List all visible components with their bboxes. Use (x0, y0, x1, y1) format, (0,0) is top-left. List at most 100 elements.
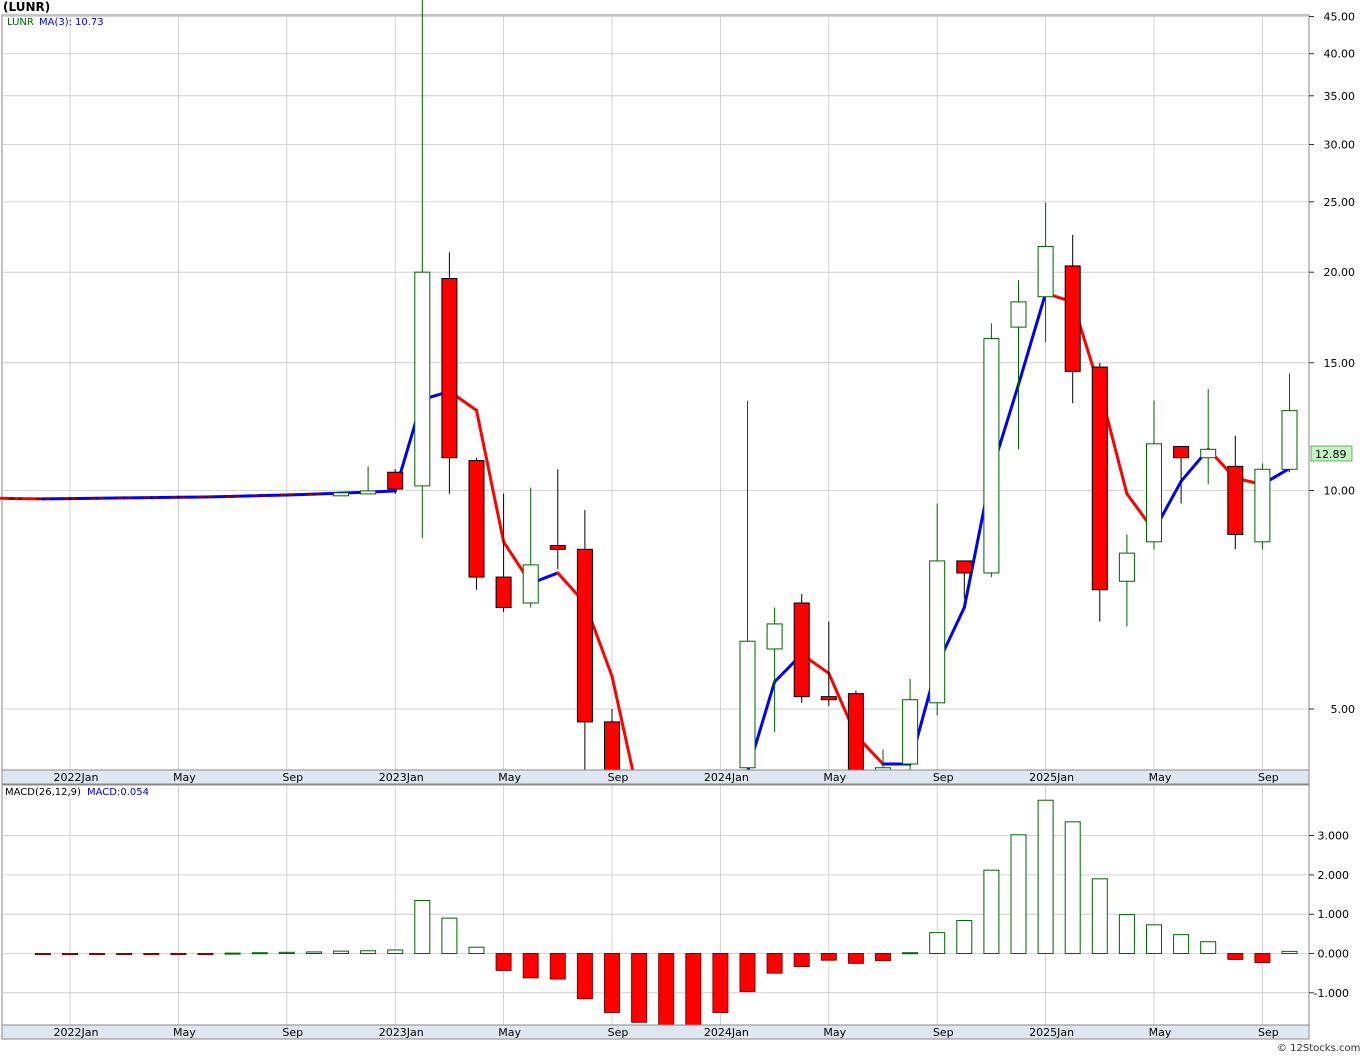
macd-bar (1118, 914, 1135, 955)
macd-bar (847, 953, 864, 964)
macd-y-tick-label: 0.000 (1318, 948, 1350, 961)
candle-body (1254, 468, 1271, 543)
candle-body (1146, 443, 1162, 543)
macd-bar (170, 953, 187, 955)
macd-bar (1200, 941, 1217, 955)
stock-chart: (LUNR) 135.00120.00110.00100.0090.0080.0… (0, 0, 1360, 1056)
price-y-tick-label: 25.00 (1324, 196, 1356, 209)
macd-bar (1064, 821, 1081, 954)
price-x-axis-band (1, 769, 1310, 785)
macd-bar (929, 932, 946, 955)
candle-body (495, 576, 512, 609)
price-y-tick-label: 45.00 (1324, 11, 1356, 24)
candle-body (1200, 448, 1217, 459)
macd-bar (387, 949, 404, 955)
candle (1091, 362, 1108, 622)
macd-bar (305, 951, 322, 954)
macd-x-tick-label: Sep (1258, 1026, 1279, 1039)
price-x-tick-label: Sep (1258, 771, 1279, 784)
macd-bar (1254, 953, 1271, 964)
macd-y-tick-label: 1.000 (1318, 908, 1350, 921)
macd-x-tick-label: 2022Jan (54, 1026, 99, 1039)
macd-x-axis-band (1, 1024, 1310, 1040)
macd-x-tick-label: 2025Jan (1029, 1026, 1074, 1039)
price-x-tick-label: Sep (608, 771, 629, 784)
macd-bar (360, 950, 377, 955)
price-y-tick-label: 30.00 (1324, 138, 1356, 151)
chart-title: (LUNR) (3, 0, 50, 14)
macd-y-tick-label: 3.000 (1318, 830, 1350, 843)
candle-body (387, 471, 404, 490)
candle (468, 457, 485, 590)
macd-bar (414, 899, 431, 955)
candle (793, 594, 810, 703)
macd-bar (1227, 953, 1244, 960)
macd-bar (1281, 950, 1298, 955)
macd-bar (89, 953, 106, 955)
price-panel-frame (1, 14, 1310, 771)
candle-body (1173, 446, 1190, 459)
macd-bar (1091, 878, 1108, 955)
price-x-tick-label: Sep (933, 771, 954, 784)
candle-body (1064, 265, 1081, 372)
macd-bar (495, 953, 512, 971)
macd-bar (739, 953, 756, 993)
macd-bar (116, 953, 133, 955)
macd-bar (631, 953, 648, 1023)
macd-bar (712, 953, 729, 1013)
price-x-tick-label: May (1149, 771, 1172, 784)
candle-body (549, 545, 566, 550)
macd-bar (1146, 924, 1162, 954)
macd-bar (685, 953, 702, 1027)
candle-body (360, 490, 377, 495)
macd-bar (278, 951, 295, 954)
macd-bar (576, 953, 593, 1000)
macd-bar (549, 953, 566, 980)
price-y-tick-label: 20.00 (1324, 266, 1356, 279)
credit-text: © 12Stocks.com (1277, 1043, 1360, 1054)
price-legend-symbol: LUNR (7, 17, 34, 28)
candle-body (983, 338, 1000, 574)
macd-bar (902, 952, 919, 955)
macd-legend-label: MACD(26,12,9) (5, 787, 81, 798)
price-x-tick-label: Sep (282, 771, 303, 784)
macd-bar (1010, 834, 1027, 955)
macd-bar (468, 946, 485, 954)
macd-bar (251, 952, 268, 955)
last-price-label: 12.89 (1315, 448, 1347, 461)
candle (983, 323, 1000, 578)
candle-body (766, 623, 783, 650)
price-y-tick-label: 35.00 (1324, 90, 1356, 103)
macd-bar (983, 869, 1000, 955)
macd-bar (793, 953, 810, 967)
macd-bar (34, 953, 51, 955)
candle-body (1118, 552, 1135, 582)
macd-bar (143, 953, 160, 955)
price-x-tick-label: 2022Jan (54, 771, 99, 784)
macd-legend-value: MACD:0.054 (87, 787, 149, 798)
candle-body (1091, 366, 1108, 591)
macd-bar (1037, 799, 1054, 954)
candle-body (576, 548, 593, 723)
macd-bar (875, 953, 891, 962)
macd-x-tick-label: Sep (933, 1026, 954, 1039)
macd-bar (333, 950, 349, 955)
candle-body (441, 278, 458, 459)
price-x-tick-label: 2025Jan (1029, 771, 1074, 784)
price-legend-ma-value: 10.73 (75, 17, 104, 28)
candle-body (929, 560, 946, 704)
candle-body (468, 460, 485, 578)
macd-y-tick-label: -1.000 (1314, 987, 1349, 1000)
macd-bar (820, 953, 837, 961)
macd-x-tick-label: 2023Jan (379, 1026, 424, 1039)
macd-x-tick-label: May (823, 1026, 846, 1039)
candle-body (414, 271, 431, 487)
candle (333, 492, 349, 497)
macd-panel-frame (1, 784, 1310, 1026)
macd-bar (658, 953, 675, 1031)
price-legend-ma-label: MA(3): (39, 17, 72, 28)
macd-bar (62, 953, 78, 955)
macd-x-tick-label: May (498, 1026, 521, 1039)
candle-body (1010, 301, 1027, 328)
candle-body (522, 564, 539, 604)
